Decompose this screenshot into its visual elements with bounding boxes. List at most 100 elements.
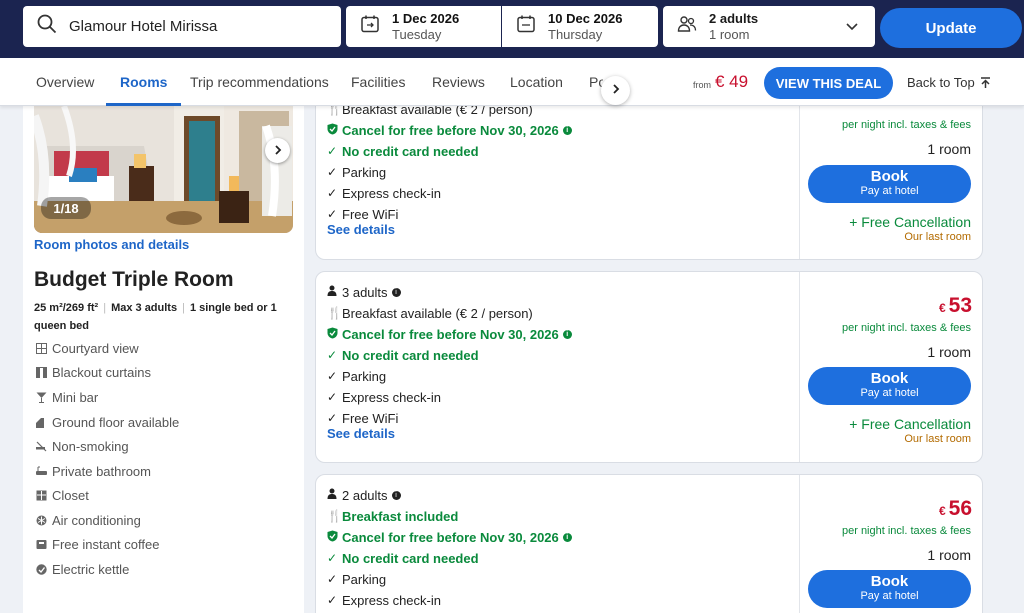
- offer-card: 🍴 Breakfast available (€ 2 / person) Can…: [315, 84, 983, 260]
- info-icon[interactable]: i: [391, 490, 401, 500]
- chevron-right-icon: [610, 82, 622, 100]
- check-icon: ✓: [327, 348, 338, 362]
- info-icon[interactable]: i: [562, 329, 572, 339]
- checkin-date: 1 Dec 2026: [392, 10, 460, 26]
- tab-policies[interactable]: Po: [589, 58, 603, 106]
- person-icon: [327, 488, 340, 502]
- parking-label: Parking: [342, 368, 387, 384]
- room-max-occupancy: Max 3 adults: [111, 302, 178, 314]
- back-to-top-link[interactable]: Back to Top: [907, 75, 991, 90]
- amenity-item: Electric kettle: [35, 560, 129, 578]
- checkout-date-field[interactable]: 10 Dec 2026 Thursday: [502, 6, 658, 47]
- check-icon: ✓: [327, 207, 338, 221]
- cancel-label: Cancel for free before Nov 30, 2026: [342, 529, 559, 545]
- tabs-scroll-right-button[interactable]: [601, 76, 630, 105]
- calendar-in-icon: [360, 14, 380, 39]
- amenity-label: Closet: [52, 487, 89, 503]
- see-details-link[interactable]: See details: [327, 222, 395, 237]
- see-details-link[interactable]: See details: [327, 426, 395, 441]
- cancel-label: Cancel for free before Nov 30, 2026: [342, 326, 559, 342]
- offer-card: 3 adults i 🍴 Breakfast available (€ 2 / …: [315, 271, 983, 463]
- photo-next-button[interactable]: [265, 138, 290, 163]
- tab-overview[interactable]: Overview: [36, 58, 94, 106]
- book-button[interactable]: Book Pay at hotel: [808, 570, 971, 608]
- last-room-badge: Our last room: [904, 433, 971, 445]
- offer-card: 2 adults i 🍴 Breakfast included Cancel f…: [315, 474, 983, 613]
- hotel-name: Glamour Hotel Mirissa: [69, 18, 218, 35]
- tab-rooms[interactable]: Rooms: [105, 58, 183, 106]
- chevron-down-icon: [845, 19, 859, 38]
- check-icon: ✓: [327, 186, 338, 200]
- express-checkin-label: Express check-in: [342, 185, 441, 201]
- amenity-label: Mini bar: [52, 389, 99, 405]
- no-credit-card: ✓ No credit card needed: [327, 142, 479, 160]
- book-button[interactable]: Book Pay at hotel: [808, 165, 971, 203]
- tab-trip-recommendations[interactable]: Trip recommendations: [190, 58, 329, 106]
- parking: ✓ Parking: [327, 570, 386, 588]
- search-bar: Glamour Hotel Mirissa 1 Dec 2026 Tuesday…: [0, 0, 1024, 58]
- amenity-label: Ground floor available: [52, 414, 180, 430]
- hotel-search-input[interactable]: Glamour Hotel Mirissa: [23, 6, 341, 47]
- floor-icon: [35, 416, 47, 428]
- amenity-label: Non-smoking: [52, 438, 129, 454]
- express-checkin: ✓ Express check-in: [327, 184, 441, 202]
- express-checkin-label: Express check-in: [342, 389, 441, 405]
- cancel-label: Cancel for free before Nov 30, 2026: [342, 122, 559, 138]
- amenity-item: Free instant coffee: [35, 535, 159, 553]
- cocktail-icon: [35, 391, 47, 403]
- amenity-item: Mini bar: [35, 388, 98, 406]
- amenity-label: Courtyard view: [52, 340, 139, 356]
- checkin-date-field[interactable]: 1 Dec 2026 Tuesday: [346, 6, 501, 47]
- per-night-note: per night incl. taxes & fees: [841, 322, 971, 334]
- window-icon: [35, 342, 47, 354]
- cutlery-icon: 🍴: [327, 306, 342, 320]
- currency-symbol: €: [938, 301, 946, 315]
- shield-check-icon: [327, 327, 340, 342]
- update-button[interactable]: Update: [880, 8, 1022, 48]
- info-icon[interactable]: i: [391, 287, 401, 297]
- check-icon: ✓: [327, 144, 338, 158]
- guests-selector[interactable]: 2 adults 1 room: [663, 6, 875, 47]
- express-checkin: ✓ Express check-in: [327, 388, 441, 406]
- check-icon: ✓: [327, 165, 338, 179]
- coffee-icon: [35, 538, 47, 550]
- from-label: from: [693, 80, 711, 90]
- shield-check-icon: [327, 123, 340, 138]
- amenity-item: Ground floor available: [35, 413, 179, 431]
- amenity-item: Blackout curtains: [35, 363, 151, 381]
- search-icon: [37, 14, 57, 39]
- info-icon[interactable]: i: [562, 532, 572, 542]
- kettle-icon: [35, 563, 47, 575]
- free-cancellation-badge: + Free Cancellation: [849, 416, 971, 432]
- amenity-label: Free instant coffee: [52, 536, 160, 552]
- view-deal-button[interactable]: VIEW THIS DEAL: [764, 67, 893, 99]
- book-label: Book: [870, 573, 909, 590]
- amenity-label: Blackout curtains: [52, 364, 151, 380]
- breakfast-label: Breakfast available (€ 2 / person): [342, 305, 533, 321]
- price-value: 53: [948, 294, 972, 317]
- info-icon[interactable]: i: [562, 125, 572, 135]
- amenity-item: Private bathroom: [35, 462, 151, 480]
- pay-at-hotel-label: Pay at hotel: [860, 387, 919, 399]
- check-icon: ✓: [327, 551, 338, 565]
- free-cancellation-policy: Cancel for free before Nov 30, 2026 i: [327, 325, 572, 343]
- snowflake-icon: [35, 514, 47, 526]
- guests-count: 2 adults: [709, 10, 759, 26]
- amenity-label: Air conditioning: [52, 512, 141, 528]
- rooms-count: 1 room: [927, 547, 971, 563]
- room-specs: 25 m²/269 ft² | Max 3 adults | 1 single bed …: [34, 302, 277, 332]
- book-button[interactable]: Book Pay at hotel: [808, 367, 971, 405]
- tab-location[interactable]: Location: [510, 58, 563, 106]
- amenity-item: Non-smoking: [35, 437, 129, 455]
- cutlery-icon: 🍴: [327, 509, 342, 523]
- rooms-count: 1 room: [709, 26, 750, 42]
- tab-facilities[interactable]: Facilities: [351, 58, 405, 106]
- tab-reviews[interactable]: Reviews: [432, 58, 485, 106]
- rooms-count: 1 room: [927, 344, 971, 360]
- checkout-day: Thursday: [548, 26, 603, 42]
- pay-at-hotel-label: Pay at hotel: [860, 590, 919, 602]
- check-icon: ✓: [327, 572, 338, 586]
- free-cancellation-policy: Cancel for free before Nov 30, 2026 i: [327, 121, 572, 139]
- room-photos-link[interactable]: Room photos and details: [34, 237, 189, 252]
- check-icon: ✓: [327, 369, 338, 383]
